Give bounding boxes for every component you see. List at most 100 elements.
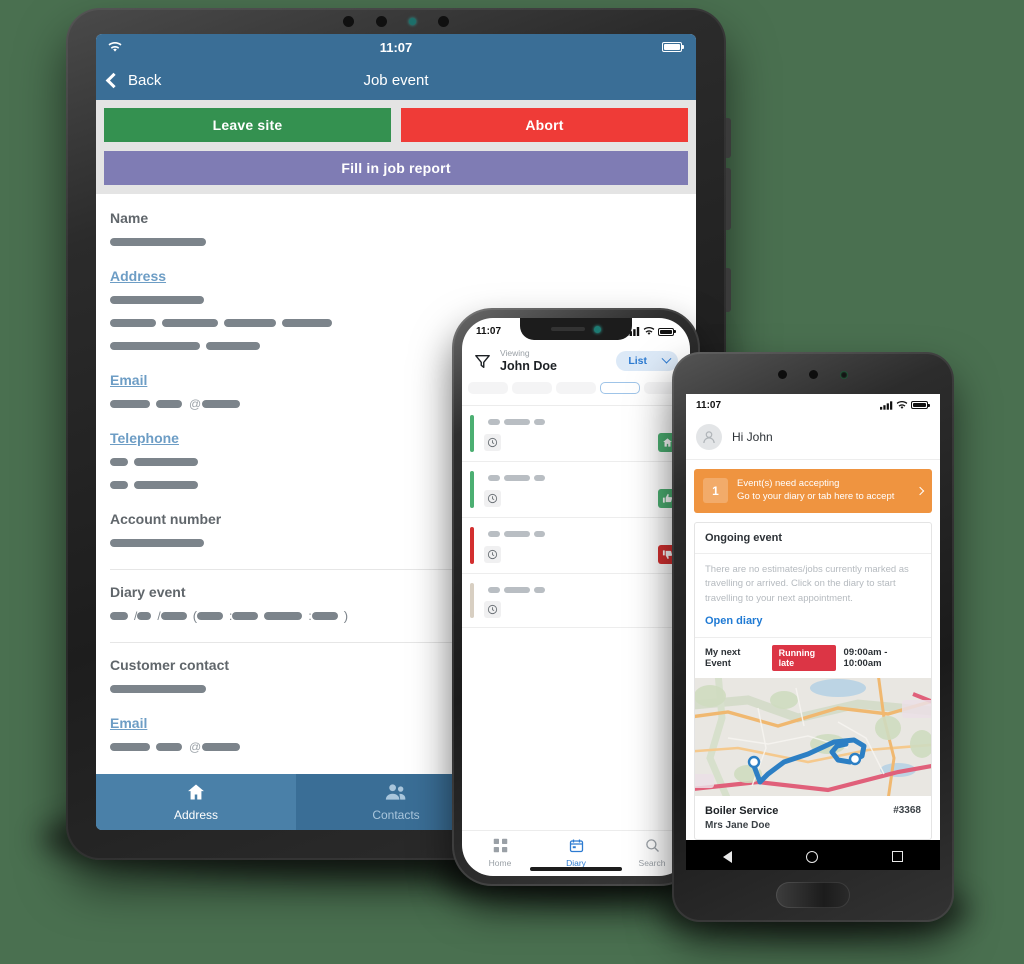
- chevron-left-icon: [105, 72, 122, 88]
- tablet-sensor-dot-icon: [376, 16, 387, 27]
- route-end-marker: [848, 752, 862, 765]
- android-home-icon[interactable]: [806, 850, 818, 863]
- date-chip[interactable]: [468, 382, 508, 398]
- route-map[interactable]: [695, 677, 931, 796]
- clock-icon: [484, 490, 501, 508]
- filter-funnel-icon[interactable]: [474, 354, 491, 369]
- redacted-value-bar: [110, 742, 150, 751]
- redacted-value-bar: [110, 318, 156, 327]
- android-back-icon[interactable]: [723, 850, 732, 863]
- running-late-badge[interactable]: Running late: [771, 644, 836, 671]
- route-start-marker: [747, 755, 761, 768]
- redacted-value-bar: [110, 237, 206, 246]
- redacted-value-bar: [110, 295, 204, 304]
- tablet-power-button[interactable]: [726, 268, 731, 312]
- tablet-sensor-dot-icon: [343, 16, 354, 27]
- redacted-value-bar: [110, 399, 150, 408]
- viewing-name: John Doe: [500, 358, 557, 373]
- iphone-tab-home[interactable]: Home: [462, 831, 538, 874]
- next-event-time: 09:00am - 10:00am: [843, 646, 888, 669]
- event-list-item[interactable]: [462, 518, 690, 575]
- event-address: [484, 419, 682, 426]
- clock-icon: [484, 434, 501, 452]
- front-camera-icon: [594, 325, 601, 333]
- date-chip[interactable]: [600, 382, 640, 398]
- redacted-value-bar: [137, 611, 152, 620]
- diary-header: Viewing John Doe List: [462, 342, 690, 382]
- tablet-volume-up-button[interactable]: [726, 118, 731, 158]
- next-event-row: My next Event Running late 09:00am - 10:…: [695, 636, 931, 678]
- home-icon: [186, 782, 206, 805]
- clock-icon: [484, 546, 501, 564]
- clock-icon: [484, 601, 501, 619]
- iphone-status-time: 11:07: [476, 326, 502, 337]
- iphone-device: 11:07 Viewing John Doe List Home Diary S…: [452, 308, 700, 886]
- map-job-customer: Mrs Jane Doe: [705, 819, 771, 831]
- form-field-label: Name: [110, 210, 149, 226]
- ongoing-event-title: Ongoing event: [695, 523, 931, 554]
- leave-site-button[interactable]: Leave site: [104, 108, 391, 142]
- tablet-action-bar: Leave site Abort Fill in job report: [96, 100, 696, 194]
- date-chip[interactable]: [512, 382, 552, 398]
- fill-in-job-report-button[interactable]: Fill in job report: [104, 151, 688, 185]
- greeting-row: Hi John: [686, 416, 940, 460]
- android-sensor-array: [672, 370, 954, 379]
- user-avatar-icon[interactable]: [696, 424, 722, 450]
- event-status-stripe: [470, 583, 474, 619]
- ongoing-event-description: There are no estimates/jobs currently ma…: [705, 563, 909, 605]
- redacted-address-bar: [534, 531, 545, 538]
- android-home-button[interactable]: [776, 882, 850, 908]
- redacted-value-bar: [134, 480, 198, 489]
- event-status-stripe: [470, 471, 474, 509]
- redacted-address-bar: [504, 475, 530, 482]
- redacted-value-bar: [224, 318, 276, 327]
- event-address: [484, 587, 682, 594]
- viewing-user[interactable]: Viewing John Doe: [500, 348, 607, 373]
- event-list-item[interactable]: [462, 462, 690, 519]
- back-button[interactable]: Back: [105, 71, 162, 89]
- ongoing-event-card: Ongoing event There are no estimates/job…: [694, 521, 932, 840]
- view-mode-value: List: [628, 355, 647, 368]
- map-job-title: Boiler Service: [705, 804, 779, 817]
- view-mode-select[interactable]: List: [616, 351, 678, 372]
- android-screen: 11:07 Hi John 1 Event(s) need accepting …: [686, 394, 940, 870]
- event-status-stripe: [470, 415, 474, 453]
- date-chip[interactable]: [556, 382, 596, 398]
- tablet-volume-down-button[interactable]: [726, 168, 731, 230]
- open-diary-link[interactable]: Open diary: [705, 615, 921, 627]
- next-event-label: My next Event: [705, 646, 741, 669]
- iphone-tab-label: Search: [638, 857, 666, 868]
- wifi-icon: [644, 327, 655, 335]
- viewing-label: Viewing: [500, 348, 530, 358]
- redacted-address-bar: [488, 531, 500, 538]
- abort-button[interactable]: Abort: [401, 108, 688, 142]
- redacted-value-row: [110, 233, 682, 251]
- tablet-tab-label: Address: [173, 808, 219, 822]
- redacted-value-bar: [206, 341, 260, 350]
- redacted-value-bar: [197, 611, 224, 620]
- redacted-value-bar: [232, 611, 259, 620]
- calendar-icon: [569, 838, 584, 855]
- redacted-address-bar: [534, 587, 545, 594]
- back-button-label: Back: [128, 71, 162, 89]
- redacted-value-bar: [311, 611, 338, 620]
- signal-icon: [880, 400, 893, 410]
- tablet-tab-address[interactable]: Address: [96, 774, 296, 830]
- android-sensor-dot-icon: [778, 370, 787, 379]
- alert-secondary-text: Go to your diary or tab here to accept: [737, 490, 895, 502]
- earpiece-speaker-icon: [551, 327, 585, 331]
- chevron-right-icon: [915, 486, 925, 496]
- tablet-status-bar: 11:07: [96, 34, 696, 60]
- iphone-tab-label: Home: [488, 857, 512, 868]
- events-need-accepting-banner[interactable]: 1 Event(s) need accepting Go to your dia…: [694, 469, 932, 513]
- redacted-value-bar: [282, 318, 332, 327]
- android-navigation-bar: [686, 839, 940, 870]
- form-field-label[interactable]: Address: [110, 268, 682, 284]
- redacted-address-bar: [504, 587, 530, 594]
- event-list-item[interactable]: [462, 406, 690, 463]
- value-separator: @: [189, 396, 202, 411]
- event-list-item[interactable]: [462, 574, 690, 629]
- android-status-time: 11:07: [696, 399, 722, 411]
- android-recents-icon[interactable]: [892, 851, 903, 863]
- page-title: Job event: [363, 71, 429, 89]
